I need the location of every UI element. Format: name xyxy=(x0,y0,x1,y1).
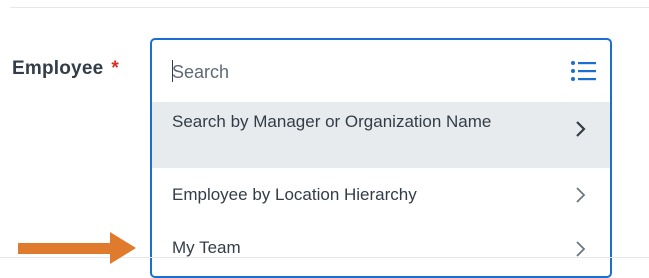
employee-label-text: Employee xyxy=(12,58,104,79)
menu-item-label: Search by Manager or Organization Name xyxy=(172,112,492,131)
required-marker: * xyxy=(111,58,119,79)
search-row xyxy=(152,40,610,103)
text-cursor xyxy=(172,60,173,82)
arrow-right-icon xyxy=(18,232,136,264)
employee-prompt[interactable]: Search by Manager or Organization Name E… xyxy=(150,38,612,278)
menu-item-search-by-manager[interactable]: Search by Manager or Organization Name xyxy=(152,102,610,168)
top-divider xyxy=(10,7,649,8)
menu-item-label: Employee by Location Hierarchy xyxy=(172,185,417,204)
chevron-right-icon xyxy=(576,121,586,137)
menu-item-employee-by-location[interactable]: Employee by Location Hierarchy xyxy=(152,168,610,222)
search-input[interactable] xyxy=(172,59,532,85)
chevron-right-icon xyxy=(576,187,586,203)
employee-field-label: Employee * xyxy=(12,58,119,80)
menu-item-my-team[interactable]: My Team xyxy=(152,222,610,276)
chevron-right-icon xyxy=(576,241,586,257)
list-icon[interactable] xyxy=(570,60,598,82)
